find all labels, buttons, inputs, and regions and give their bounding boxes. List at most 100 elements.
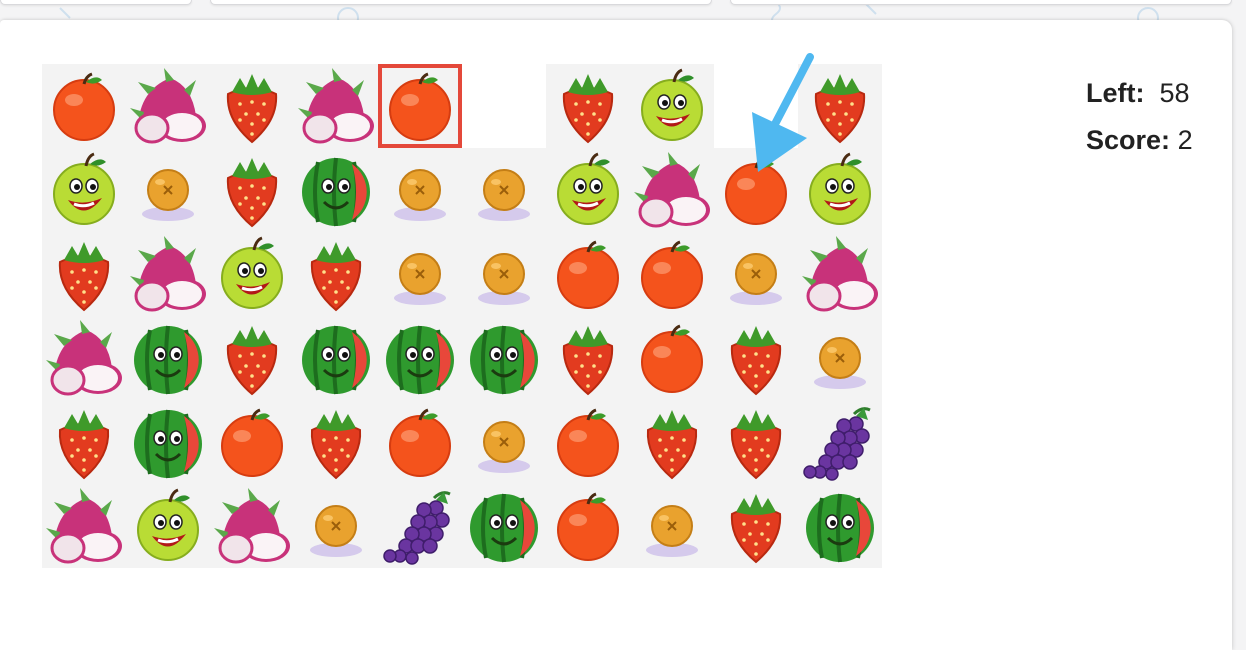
fruit-tile[interactable] xyxy=(630,484,714,568)
strawberry-icon xyxy=(562,74,614,144)
strawberry-icon xyxy=(730,494,782,564)
fruit-tile[interactable] xyxy=(714,316,798,400)
fruit-tile[interactable] xyxy=(798,484,882,568)
fruit-tile[interactable] xyxy=(294,400,378,484)
strawberry-icon xyxy=(562,326,614,396)
fruit-tile[interactable] xyxy=(546,400,630,484)
fruit-tile[interactable] xyxy=(42,484,126,568)
fruit-tile[interactable] xyxy=(630,316,714,400)
fruit-tile[interactable] xyxy=(462,316,546,400)
red-apple-icon xyxy=(641,324,703,393)
tiles-left-label: Left: xyxy=(1086,78,1145,108)
tab-strip[interactable] xyxy=(730,0,1232,5)
fruit-tile[interactable] xyxy=(462,400,546,484)
orange-icon xyxy=(478,169,530,221)
strawberry-icon xyxy=(58,410,110,480)
watermelon-smiley-icon xyxy=(134,325,202,395)
tab-strip[interactable] xyxy=(210,0,712,5)
green-apple-smiley-icon xyxy=(137,488,199,561)
fruit-tile[interactable] xyxy=(126,64,210,148)
fruit-tile[interactable] xyxy=(42,232,126,316)
fruit-tile[interactable] xyxy=(294,64,378,148)
fruit-tile[interactable] xyxy=(378,316,462,400)
fruit-tile[interactable] xyxy=(378,232,462,316)
orange-icon xyxy=(814,337,866,389)
fruit-tile[interactable] xyxy=(546,316,630,400)
red-apple-icon xyxy=(641,240,703,309)
fruit-tile[interactable] xyxy=(630,400,714,484)
fruit-tile[interactable] xyxy=(798,148,882,232)
fruit-tile[interactable] xyxy=(294,148,378,232)
green-apple-smiley-icon xyxy=(809,152,871,225)
stats-panel: Left: 58 Score: 2 xyxy=(1086,70,1193,164)
fruit-tile[interactable] xyxy=(210,148,294,232)
fruit-tile[interactable] xyxy=(126,484,210,568)
red-apple-icon xyxy=(557,240,619,309)
tab-strip[interactable] xyxy=(0,0,192,5)
fruit-tile[interactable] xyxy=(714,232,798,316)
orange-icon xyxy=(646,505,698,557)
fruit-tile-selected[interactable] xyxy=(378,64,462,148)
fruit-tile[interactable] xyxy=(294,484,378,568)
fruit-tile[interactable] xyxy=(210,484,294,568)
fruit-tile[interactable] xyxy=(714,400,798,484)
fruit-tile[interactable] xyxy=(630,148,714,232)
fruit-tile[interactable] xyxy=(42,400,126,484)
fruit-tile[interactable] xyxy=(798,232,882,316)
fruit-tile[interactable] xyxy=(378,400,462,484)
fruit-tile[interactable] xyxy=(630,232,714,316)
fruit-tile[interactable] xyxy=(798,64,882,148)
dragon-fruit-icon xyxy=(130,236,206,312)
tiles-left-value: 58 xyxy=(1159,78,1190,108)
fruit-tile[interactable] xyxy=(126,232,210,316)
fruit-tile[interactable] xyxy=(798,316,882,400)
fruit-tile[interactable] xyxy=(42,316,126,400)
fruit-tile[interactable] xyxy=(630,64,714,148)
fruit-tile[interactable] xyxy=(546,148,630,232)
orange-icon xyxy=(142,169,194,221)
fruit-tile[interactable] xyxy=(462,232,546,316)
fruit-tile[interactable] xyxy=(210,64,294,148)
tiles-left-stat: Left: 58 xyxy=(1086,70,1193,117)
dragon-fruit-icon xyxy=(46,320,122,396)
fruit-tile[interactable] xyxy=(378,148,462,232)
fruit-tile[interactable] xyxy=(462,484,546,568)
fruit-tile[interactable] xyxy=(378,484,462,568)
red-apple-icon xyxy=(557,408,619,477)
fruit-tile[interactable] xyxy=(126,148,210,232)
fruit-tile[interactable] xyxy=(42,64,126,148)
fruit-tile[interactable] xyxy=(294,316,378,400)
dragon-fruit-icon xyxy=(46,488,122,564)
orange-icon xyxy=(394,169,446,221)
fruit-tile[interactable] xyxy=(210,232,294,316)
orange-icon xyxy=(394,253,446,305)
dragon-fruit-icon xyxy=(802,236,878,312)
fruit-tile[interactable] xyxy=(210,400,294,484)
dragon-fruit-icon xyxy=(214,488,290,564)
fruit-tile[interactable] xyxy=(546,484,630,568)
fruit-tile[interactable] xyxy=(294,232,378,316)
strawberry-icon xyxy=(58,242,110,312)
grapes-icon xyxy=(803,407,871,481)
fruit-tile[interactable] xyxy=(126,316,210,400)
dragon-fruit-icon xyxy=(298,68,374,144)
green-apple-smiley-icon xyxy=(53,152,115,225)
strawberry-icon xyxy=(646,410,698,480)
fruit-tile[interactable] xyxy=(798,400,882,484)
watermelon-smiley-icon xyxy=(386,325,454,395)
fruit-tile[interactable] xyxy=(546,232,630,316)
strawberry-icon xyxy=(226,326,278,396)
watermelon-smiley-icon xyxy=(470,493,538,563)
empty-cell xyxy=(462,64,546,148)
fruit-tile[interactable] xyxy=(714,148,798,232)
strawberry-icon xyxy=(226,74,278,144)
orange-icon xyxy=(478,421,530,473)
fruit-tile[interactable] xyxy=(42,148,126,232)
fruit-tile[interactable] xyxy=(714,484,798,568)
empty-cell xyxy=(714,64,798,148)
fruit-tile[interactable] xyxy=(210,316,294,400)
strawberry-icon xyxy=(730,410,782,480)
fruit-tile[interactable] xyxy=(546,64,630,148)
fruit-tile[interactable] xyxy=(126,400,210,484)
fruit-tile[interactable] xyxy=(462,148,546,232)
